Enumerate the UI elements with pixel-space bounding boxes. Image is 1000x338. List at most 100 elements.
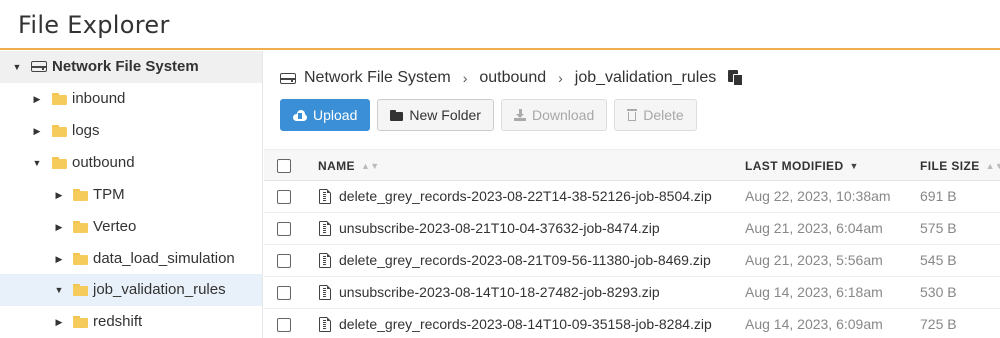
table-row[interactable]: delete_grey_records-2023-08-22T14-38-521… (264, 181, 1000, 213)
file-modified: Aug 14, 2023, 6:18am (745, 284, 883, 300)
zip-file-icon (319, 221, 331, 236)
delete-button[interactable]: Delete (614, 99, 697, 131)
folder-icon (52, 92, 68, 106)
tree-item-redshift[interactable]: ▶ redshift (0, 306, 262, 338)
trash-icon (627, 109, 638, 121)
zip-file-icon (319, 317, 331, 332)
caret-right-icon[interactable]: ▶ (31, 115, 43, 147)
drive-icon (31, 60, 47, 74)
caret-down-icon[interactable]: ▼ (53, 274, 65, 306)
caret-right-icon[interactable]: ▶ (31, 83, 43, 115)
tree-item-verteo[interactable]: ▶ Verteo (0, 211, 262, 243)
folder-icon (390, 109, 404, 121)
file-modified: Aug 21, 2023, 6:04am (745, 220, 883, 236)
tree-item-label: TPM (93, 186, 125, 203)
new-folder-button-label: New Folder (409, 107, 481, 123)
main-panel: Network File System › outbound › job_val… (264, 51, 1000, 338)
file-name[interactable]: delete_grey_records-2023-08-21T09-56-113… (339, 252, 711, 268)
row-checkbox[interactable] (277, 318, 291, 332)
toolbar: Upload New Folder Download Delete (280, 99, 704, 133)
table-row[interactable]: delete_grey_records-2023-08-21T09-56-113… (264, 245, 1000, 277)
caret-right-icon[interactable]: ▶ (53, 306, 65, 338)
column-header-file-size[interactable]: FILE SIZE ▲▼ (920, 159, 1000, 173)
table-header: NAME ▲▼ LAST MODIFIED ▼ FILE SIZE ▲▼ (264, 149, 1000, 181)
file-name[interactable]: unsubscribe-2023-08-14T10-18-27482-job-8… (339, 284, 660, 300)
caret-right-icon[interactable]: ▶ (53, 243, 65, 275)
tree-item-job-validation-rules[interactable]: ▼ job_validation_rules (0, 274, 262, 306)
copy-path-icon[interactable] (728, 70, 744, 86)
folder-icon (73, 315, 89, 329)
row-checkbox[interactable] (277, 222, 291, 236)
caret-right-icon[interactable]: ▶ (53, 179, 65, 211)
upload-button-label: Upload (313, 107, 358, 123)
tree-item-label: job_validation_rules (93, 281, 226, 298)
folder-icon (52, 124, 68, 138)
app-header: File Explorer (0, 0, 1000, 50)
caret-right-icon[interactable]: ▶ (53, 211, 65, 243)
column-header-name[interactable]: NAME ▲▼ (318, 159, 380, 173)
row-checkbox[interactable] (277, 190, 291, 204)
caret-down-icon[interactable]: ▼ (11, 51, 23, 83)
tree-item-label: inbound (72, 90, 126, 107)
tree-item-tpm[interactable]: ▶ TPM (0, 179, 262, 211)
folder-tree: ▼ Network File System ▶ inbound ▶ logs ▼ (0, 51, 263, 338)
file-size: 725 B (920, 316, 957, 332)
download-icon (513, 109, 526, 121)
file-modified: Aug 14, 2023, 6:09am (745, 316, 883, 332)
sort-icon: ▲▼ (360, 161, 380, 171)
breadcrumb-item-current: job_validation_rules (574, 69, 717, 86)
tree-item-data-load-simulation[interactable]: ▶ data_load_simulation (0, 243, 262, 275)
caret-down-icon[interactable]: ▼ (31, 147, 43, 179)
column-header-last-modified[interactable]: LAST MODIFIED ▼ (745, 159, 859, 173)
file-name[interactable]: unsubscribe-2023-08-21T10-04-37632-job-8… (339, 220, 660, 236)
download-button-label: Download (531, 107, 595, 123)
file-size: 691 B (920, 188, 957, 204)
download-button[interactable]: Download (500, 99, 608, 131)
upload-button[interactable]: Upload (280, 99, 371, 131)
row-checkbox[interactable] (277, 286, 291, 300)
tree-item-label: data_load_simulation (93, 250, 235, 267)
tree-item-label: outbound (72, 154, 135, 171)
tree-item-label: Network File System (52, 58, 199, 75)
file-modified: Aug 21, 2023, 5:56am (745, 252, 883, 268)
file-modified: Aug 22, 2023, 10:38am (745, 188, 891, 204)
row-checkbox[interactable] (277, 254, 291, 268)
tree-item-label: redshift (93, 313, 143, 330)
file-size: 530 B (920, 284, 957, 300)
zip-file-icon (319, 253, 331, 268)
breadcrumb-item-outbound[interactable]: outbound (479, 69, 546, 87)
cloud-upload-icon (293, 109, 307, 121)
chevron-right-icon: › (558, 70, 563, 86)
sort-icon: ▲▼ (985, 161, 1000, 171)
tree-item-outbound[interactable]: ▼ outbound (0, 147, 262, 179)
chevron-right-icon: › (462, 70, 468, 86)
file-size: 575 B (920, 220, 957, 236)
breadcrumb: Network File System › outbound › job_val… (280, 67, 744, 89)
zip-file-icon (319, 189, 331, 204)
sort-descending-icon: ▼ (849, 161, 859, 171)
new-folder-button[interactable]: New Folder (377, 99, 494, 131)
folder-icon (73, 283, 89, 297)
folder-icon (73, 252, 89, 266)
delete-button-label: Delete (643, 107, 684, 123)
tree-item-inbound[interactable]: ▶ inbound (0, 83, 262, 115)
tree-item-label: Verteo (93, 218, 137, 235)
tree-item-logs[interactable]: ▶ logs (0, 115, 262, 147)
file-name[interactable]: delete_grey_records-2023-08-14T10-09-351… (339, 316, 712, 332)
app-title: File Explorer (18, 11, 170, 39)
file-explorer-app: File Explorer ▼ Network File System ▶ in… (0, 0, 1000, 338)
file-name[interactable]: delete_grey_records-2023-08-22T14-38-521… (339, 188, 712, 204)
table-row[interactable]: unsubscribe-2023-08-14T10-18-27482-job-8… (264, 277, 1000, 309)
breadcrumb-item-root[interactable]: Network File System (304, 69, 451, 87)
select-all-checkbox[interactable] (277, 159, 291, 173)
drive-icon (280, 72, 304, 84)
file-size: 545 B (920, 252, 957, 268)
zip-file-icon (319, 285, 331, 300)
folder-icon (73, 220, 89, 234)
table-row[interactable]: delete_grey_records-2023-08-14T10-09-351… (264, 309, 1000, 338)
tree-item-network-file-system[interactable]: ▼ Network File System (0, 51, 262, 83)
tree-item-label: logs (72, 122, 100, 139)
table-row[interactable]: unsubscribe-2023-08-21T10-04-37632-job-8… (264, 213, 1000, 245)
folder-icon (52, 156, 68, 170)
folder-icon (73, 188, 89, 202)
